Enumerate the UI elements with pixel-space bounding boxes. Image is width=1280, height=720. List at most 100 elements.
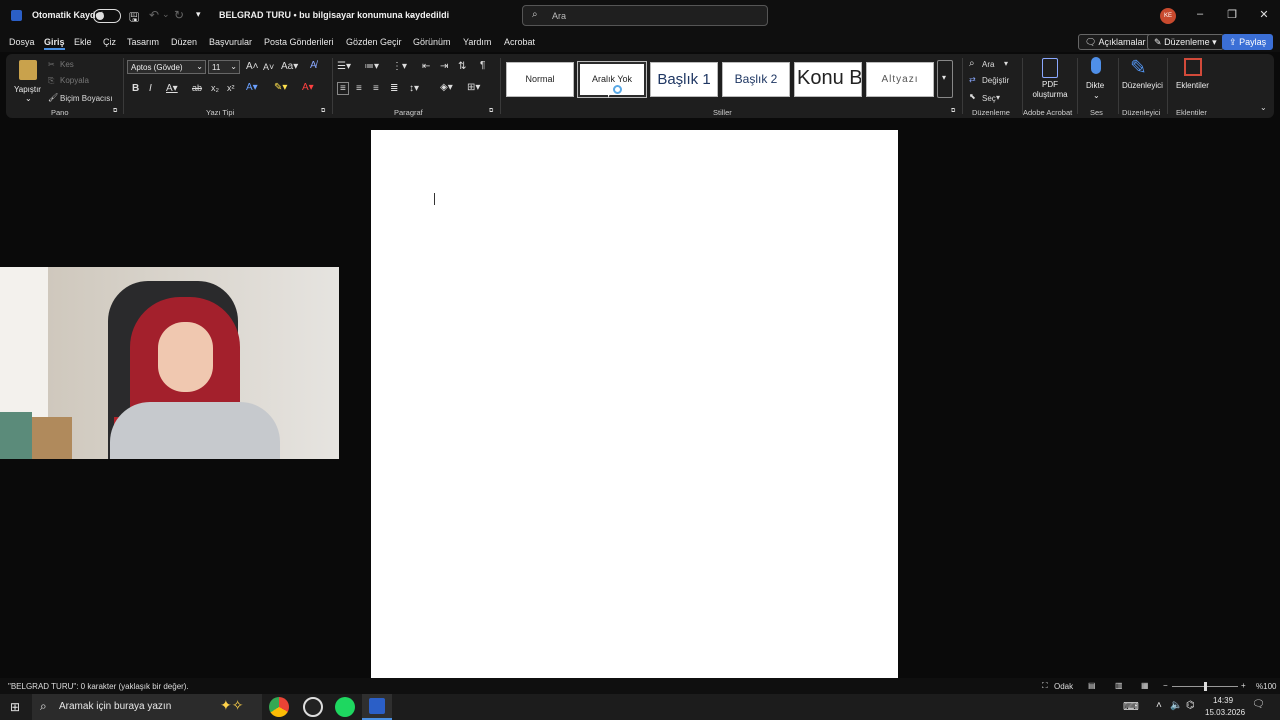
clock-date[interactable]: 15.03.2026 [1205,708,1245,717]
underline-icon[interactable]: A▾ [166,83,178,94]
align-right-icon[interactable]: ≡ [373,83,379,94]
borders-icon[interactable]: ⊞▾ [467,82,480,93]
pdf-create-label[interactable]: PDF oluşturma [1028,80,1072,100]
zoom-level[interactable]: %100 [1256,682,1276,691]
font-family-select[interactable]: Aptos (Gövde) ⌄ [127,60,206,74]
tab-basvurular[interactable]: Başvurular [209,37,252,47]
dialog-launcher-icon[interactable]: ⧉ [489,108,493,115]
format-painter-label[interactable]: Biçim Boyacısı [60,94,112,103]
font-color-icon[interactable]: A▾ [302,82,314,93]
undo-icon[interactable]: ↶ [149,8,159,22]
numbering-icon[interactable]: ≔▾ [364,61,379,72]
web-layout-icon[interactable]: ▦ [1141,681,1149,690]
addins-label[interactable]: Eklentiler [1176,81,1209,90]
style-konu-basligi[interactable]: Konu B [794,62,862,97]
copy-icon[interactable]: ⎘ [48,76,54,86]
superscript-icon[interactable]: x² [227,83,235,93]
bullets-icon[interactable]: ☰▾ [337,61,351,72]
minimize-icon[interactable]: – [1192,8,1208,20]
tab-dosya[interactable]: Dosya [9,37,35,47]
tab-giris[interactable]: Giriş [44,37,65,50]
increase-indent-icon[interactable]: ⇥ [440,61,448,72]
tab-acrobat[interactable]: Acrobat [504,37,535,47]
customize-qat-icon[interactable]: ▾ [196,9,201,20]
network-icon[interactable]: ⌬ [1186,700,1195,711]
dictate-dropdown-icon[interactable]: ⌄ [1093,91,1100,100]
spotify-icon[interactable] [335,697,355,717]
redo-icon[interactable]: ↻ [174,8,184,22]
clear-formatting-icon[interactable]: A̸ [310,60,317,71]
language-icon[interactable]: ⌨ [1123,700,1139,713]
chrome-icon[interactable] [269,697,289,717]
multilevel-list-icon[interactable]: ⋮▾ [392,61,407,72]
subscript-icon[interactable]: x₂ [211,83,219,93]
search-input[interactable]: ⌕ Ara [522,5,768,26]
show-marks-icon[interactable]: ¶ [480,60,485,71]
tab-yardim[interactable]: Yardım [463,37,491,47]
shrink-font-icon[interactable]: A˅ [263,62,274,72]
tab-duzen[interactable]: Düzen [171,37,197,47]
focus-label[interactable]: Odak [1054,682,1073,691]
dialog-launcher-icon[interactable]: ⧉ [321,108,325,115]
find-icon[interactable]: ⌕ [969,58,975,69]
tab-gorunum[interactable]: Görünüm [413,37,451,47]
line-spacing-icon[interactable]: ↕▾ [409,83,419,94]
dictate-label[interactable]: Dikte [1086,81,1104,90]
paste-button[interactable]: Yapıştır ⌄ [12,58,42,103]
tab-tasarim[interactable]: Tasarım [127,37,159,47]
style-normal[interactable]: Normal [506,62,574,97]
share-button[interactable]: ⇪ Paylaş [1222,34,1274,50]
word-count-status[interactable]: "BELGRAD TURU": 0 karakter (yaklaşık bir… [8,682,189,691]
align-left-icon[interactable]: ≡ [337,82,349,95]
italic-icon[interactable]: I [149,83,152,94]
select-icon[interactable]: ⬉ [969,92,976,101]
styles-more-button[interactable]: ▾ [937,60,953,98]
focus-icon[interactable]: ⛶ [1042,681,1048,691]
close-icon[interactable]: ✕ [1256,8,1272,21]
editor-label[interactable]: Düzenleyici [1122,81,1163,90]
select-dropdown-icon[interactable]: ▾ [996,93,1000,102]
word-taskbar-icon[interactable] [362,694,392,720]
tab-posta[interactable]: Posta Gönderileri [264,37,334,47]
change-case-icon[interactable]: Aa▾ [281,61,298,72]
format-painter-icon[interactable]: 🖌 [48,93,58,102]
align-center-icon[interactable]: ≡ [356,83,362,94]
zoom-in-icon[interactable]: + [1241,681,1246,690]
highlight-icon[interactable]: ✎▾ [274,82,287,93]
save-icon[interactable]: 🖫 [129,8,139,29]
editor-icon[interactable]: ✎ [1130,55,1147,80]
strikethrough-icon[interactable]: ab [192,83,202,93]
cut-icon[interactable]: ✂ [48,60,55,69]
undo-dropdown-icon[interactable]: ⌄ [162,9,170,20]
tray-chevron-icon[interactable]: ˄ [1156,700,1162,711]
comments-button[interactable]: 🗨 Açıklamalar [1078,34,1153,50]
tab-ciz[interactable]: Çiz [103,37,116,47]
microphone-icon[interactable] [1091,57,1101,74]
bold-icon[interactable]: B [132,83,139,94]
addins-icon[interactable] [1184,58,1202,76]
zoom-slider-thumb[interactable] [1204,682,1207,691]
editing-mode-button[interactable]: ✎ Düzenleme ▾ [1147,34,1224,50]
cut-label[interactable]: Kes [60,60,74,69]
autosave-toggle[interactable] [93,9,121,23]
style-baslik-2[interactable]: Başlık 2 [722,62,790,97]
shading-icon[interactable]: ◈▾ [440,82,453,93]
taskbar-search-input[interactable]: ⌕ Aramak için buraya yazın ✦✧ [32,694,262,720]
title-dropdown-icon[interactable]: ⌄ [408,9,416,20]
dialog-launcher-icon[interactable]: ⧉ [113,108,117,115]
justify-icon[interactable]: ≣ [390,83,398,94]
sort-icon[interactable]: ⇅ [458,61,466,72]
print-layout-icon[interactable]: ▥ [1115,681,1123,690]
style-altyazi[interactable]: Altyazı [866,62,934,97]
notification-icon[interactable]: 🗨 [1252,699,1265,710]
read-mode-icon[interactable]: ▤ [1088,681,1096,690]
grow-font-icon[interactable]: A˄ [246,61,259,72]
replace-label[interactable]: Değiştir [982,76,1009,85]
copy-label[interactable]: Kopyala [60,76,89,85]
find-label[interactable]: Ara [982,60,994,69]
windows-start-icon[interactable]: ⊞ [10,700,20,714]
replace-icon[interactable]: ⇄ [969,75,976,84]
find-dropdown-icon[interactable]: ▾ [1004,59,1008,68]
avatar[interactable]: KE [1160,8,1176,24]
collapse-ribbon-icon[interactable]: ⌄ [1260,103,1267,112]
